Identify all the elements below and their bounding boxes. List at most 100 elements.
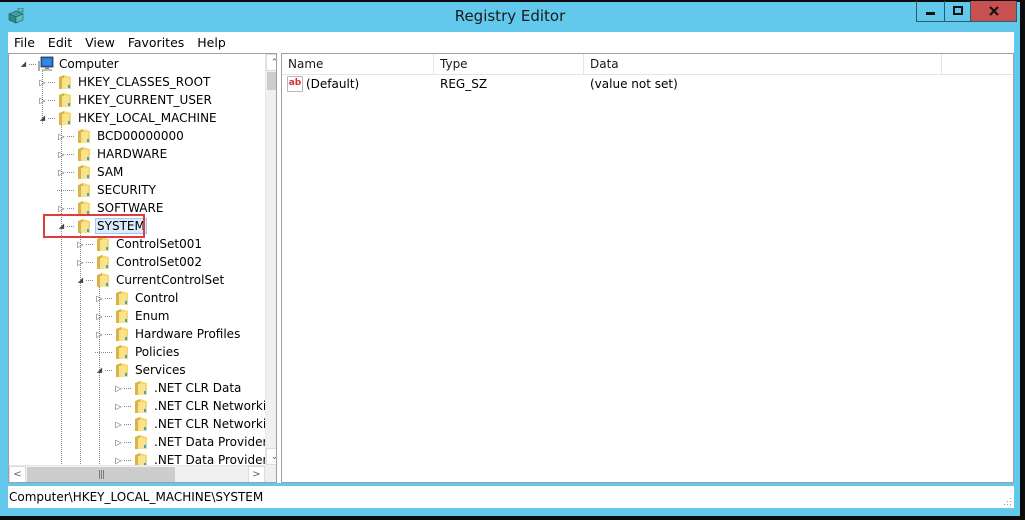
tree-node[interactable]: ▷ ControlSet002	[76, 253, 204, 271]
tree-connector	[48, 81, 55, 83]
tree-node-label: .NET CLR Data	[154, 381, 242, 395]
tree-node[interactable]: ▷ .NET CLR Networking	[114, 397, 277, 415]
tree-node[interactable]: SECURITY	[57, 181, 158, 199]
tree-node[interactable]: ▷ Hardware Profiles	[95, 325, 242, 343]
tree-node[interactable]: ▷ .NET Data Provider fo	[114, 433, 276, 451]
tree-horizontal-scrollbar[interactable]: < ||| >	[9, 465, 265, 482]
scroll-left-button[interactable]: <	[9, 466, 26, 482]
tree-node[interactable]: ▷ SAM	[57, 163, 125, 181]
tree-connector	[105, 333, 112, 335]
collapsed-arrow-icon[interactable]: ▷	[114, 420, 123, 429]
caption-buttons	[916, 1, 1017, 22]
column-header-type[interactable]: Type	[434, 54, 584, 74]
tree-connector	[48, 99, 55, 101]
tree-node[interactable]: ▷ HARDWARE	[57, 145, 169, 163]
tree-node[interactable]: ▷ Control	[95, 289, 180, 307]
tree-connector	[105, 369, 112, 371]
menu-favorites[interactable]: Favorites	[122, 35, 190, 50]
tree-node[interactable]: ▷ .NET CLR Data	[114, 379, 243, 397]
tree-connector	[124, 423, 131, 425]
column-header-data[interactable]: Data	[584, 54, 942, 74]
menu-view[interactable]: View	[79, 35, 121, 50]
tree-node[interactable]: ▷ HKEY_CURRENT_USER	[38, 91, 214, 109]
collapsed-arrow-icon[interactable]: ▷	[57, 168, 66, 177]
collapsed-arrow-icon[interactable]: ▷	[38, 78, 47, 87]
tree-node-label: SECURITY	[97, 183, 156, 197]
values-list-pane[interactable]: Name Type Data ab (Default) REG_SZ (valu…	[281, 53, 1014, 483]
tree-node[interactable]: ◢ Computer	[19, 55, 121, 73]
folder-icon	[78, 165, 90, 179]
tree-node[interactable]: ◢ HKEY_LOCAL_MACHINE	[38, 109, 219, 127]
tree-node[interactable]: ▷ HKEY_CLASSES_ROOT	[38, 73, 212, 91]
collapsed-arrow-icon[interactable]: ▷	[57, 204, 66, 213]
expanded-arrow-icon[interactable]: ◢	[38, 114, 47, 123]
collapsed-arrow-icon[interactable]: ▷	[95, 312, 104, 321]
tree-connector	[67, 207, 74, 209]
menu-edit[interactable]: Edit	[42, 35, 78, 50]
registry-tree-pane[interactable]: ◢ Computer ▷ HKEY_CLASSES_ROOT ▷ HKEY_CURRENT…	[8, 53, 277, 483]
vertical-scroll-thumb[interactable]	[267, 72, 276, 90]
tree-node[interactable]: Policies	[95, 343, 181, 361]
collapsed-arrow-icon[interactable]: ▷	[114, 438, 123, 447]
folder-icon	[78, 147, 90, 161]
folder-icon	[116, 363, 128, 377]
value-type: REG_SZ	[440, 76, 488, 91]
resize-grip-icon[interactable]	[1004, 498, 1012, 506]
collapsed-arrow-icon[interactable]: ▷	[95, 294, 104, 303]
registry-editor-window: Registry Editor File Edit View Favorites…	[0, 0, 1025, 516]
tree-node-label: .NET CLR Networking	[154, 399, 277, 413]
tree-node[interactable]: ▷ BCD00000000	[57, 127, 186, 145]
tree-node[interactable]: ▷ .NET CLR Networking	[114, 415, 276, 433]
chevron-right-icon: >	[252, 469, 261, 480]
folder-icon	[135, 435, 147, 449]
collapsed-arrow-icon[interactable]: ▷	[95, 330, 104, 339]
close-icon	[988, 6, 999, 16]
column-header-name[interactable]: Name	[282, 54, 434, 74]
folder-icon	[78, 183, 90, 197]
collapsed-arrow-icon[interactable]: ▷	[76, 240, 85, 249]
scroll-right-button[interactable]: >	[248, 466, 265, 482]
menu-help[interactable]: Help	[191, 35, 232, 50]
tree-connector	[124, 459, 131, 461]
tree-node[interactable]: ◢ Services	[95, 361, 188, 379]
system-key-highlight-box	[43, 214, 145, 238]
expanded-arrow-icon[interactable]: ◢	[19, 60, 28, 69]
tree-connector	[86, 279, 93, 281]
tree-connector	[105, 351, 112, 353]
tree-connector	[48, 117, 55, 119]
collapsed-arrow-icon[interactable]: ▷	[76, 258, 85, 267]
collapsed-arrow-icon[interactable]: ▷	[114, 402, 123, 411]
scroll-up-button[interactable]: ⌃	[266, 54, 276, 71]
collapsed-arrow-icon[interactable]: ▷	[57, 150, 66, 159]
folder-icon	[116, 309, 128, 323]
expanded-arrow-icon[interactable]: ◢	[76, 276, 85, 285]
tree-node-label: CurrentControlSet	[116, 273, 225, 287]
tree-node-label: Control	[135, 291, 179, 305]
no-expander	[95, 351, 104, 353]
collapsed-arrow-icon[interactable]: ▷	[114, 456, 123, 465]
folder-icon	[135, 381, 147, 395]
collapsed-arrow-icon[interactable]: ▷	[38, 96, 47, 105]
collapsed-arrow-icon[interactable]: ▷	[57, 132, 66, 141]
tree-node[interactable]: ▷ Enum	[95, 307, 171, 325]
close-button[interactable]	[971, 1, 1016, 21]
grip-icon: |||	[97, 469, 105, 480]
minimize-button[interactable]	[917, 1, 945, 21]
tree-node-label: ControlSet002	[116, 255, 202, 269]
scroll-down-button[interactable]: ⌄	[266, 448, 276, 465]
tree-node-label: Enum	[135, 309, 170, 323]
tree-node-label: HKEY_CURRENT_USER	[78, 93, 212, 107]
maximize-button[interactable]	[945, 1, 971, 21]
value-row[interactable]: ab (Default) REG_SZ (value not set)	[282, 74, 678, 93]
tree-connector	[67, 135, 74, 137]
expanded-arrow-icon[interactable]: ◢	[95, 366, 104, 375]
horizontal-scroll-thumb[interactable]: |||	[27, 467, 175, 482]
no-expander	[57, 189, 66, 191]
collapsed-arrow-icon[interactable]: ▷	[114, 384, 123, 393]
tree-vertical-scrollbar[interactable]: ⌃ ⌄	[265, 54, 276, 465]
folder-icon	[59, 93, 71, 107]
menu-file[interactable]: File	[8, 35, 41, 50]
tree-node[interactable]: ◢ CurrentControlSet	[76, 271, 226, 289]
tree-node-label: HKEY_CLASSES_ROOT	[78, 75, 211, 89]
tree-connector	[67, 153, 74, 155]
